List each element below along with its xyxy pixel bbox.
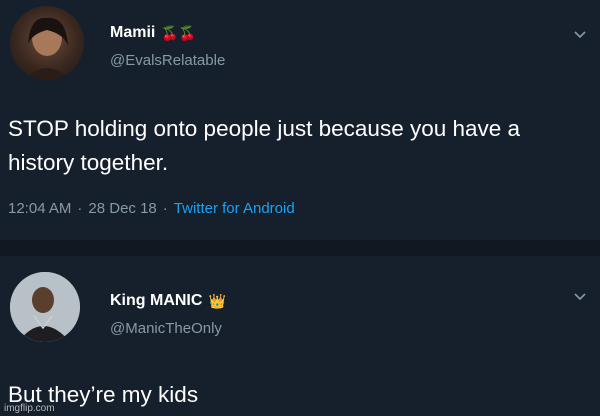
chevron-down-icon[interactable] [574, 28, 586, 40]
author-row: King MANIC 👑 [110, 292, 226, 310]
cherry-emoji: 🍒🍒 [161, 24, 197, 41]
tweet-card-2[interactable]: King MANIC 👑 @ManicTheOnly But they’re m… [0, 256, 600, 416]
separator: · [77, 200, 83, 217]
author-row: Mamii 🍒🍒 [110, 24, 196, 42]
handle[interactable]: @EvalsRelatable [110, 52, 225, 69]
watermark: imgflip.com [4, 403, 55, 414]
chevron-down-icon[interactable] [574, 290, 586, 302]
display-name[interactable]: Mamii [110, 24, 155, 42]
avatar[interactable] [10, 272, 80, 342]
handle[interactable]: @ManicTheOnly [110, 320, 222, 337]
tweet-client[interactable]: Twitter for Android [174, 200, 295, 217]
separator: · [162, 200, 168, 217]
crown-emoji: 👑 [208, 292, 226, 309]
tweet-text: STOP holding onto people just because yo… [8, 116, 521, 175]
divider [0, 240, 600, 256]
tweet-text: But they’re my kids [8, 382, 199, 407]
tweet-time[interactable]: 12:04 AM [8, 200, 71, 217]
tweet-date[interactable]: 28 Dec 18 [88, 200, 156, 217]
tweet-meta: 12:04 AM · 28 Dec 18 · Twitter for Andro… [8, 200, 295, 217]
tweet-card-1[interactable]: Mamii 🍒🍒 @EvalsRelatable STOP holding on… [0, 0, 600, 240]
avatar[interactable] [10, 6, 84, 80]
display-name[interactable]: King MANIC [110, 292, 202, 310]
